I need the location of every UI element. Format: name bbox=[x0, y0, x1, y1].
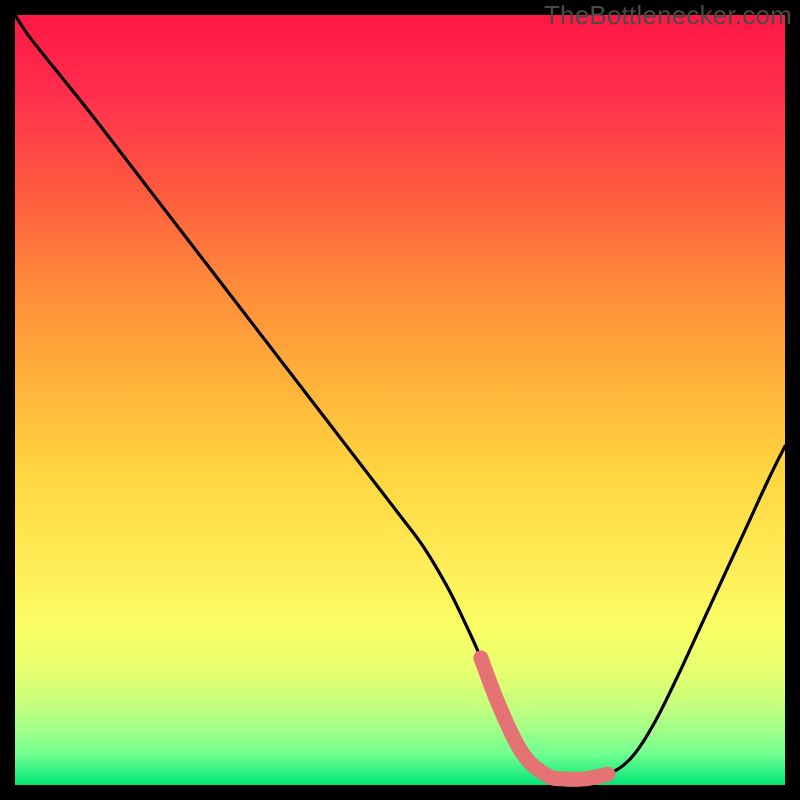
curve-layer bbox=[15, 15, 785, 785]
watermark-text: TheBottlenecker.com bbox=[544, 0, 792, 31]
optimal-range-highlight bbox=[481, 658, 608, 779]
chart-frame: TheBottlenecker.com bbox=[0, 0, 800, 800]
bottleneck-curve bbox=[15, 15, 785, 779]
